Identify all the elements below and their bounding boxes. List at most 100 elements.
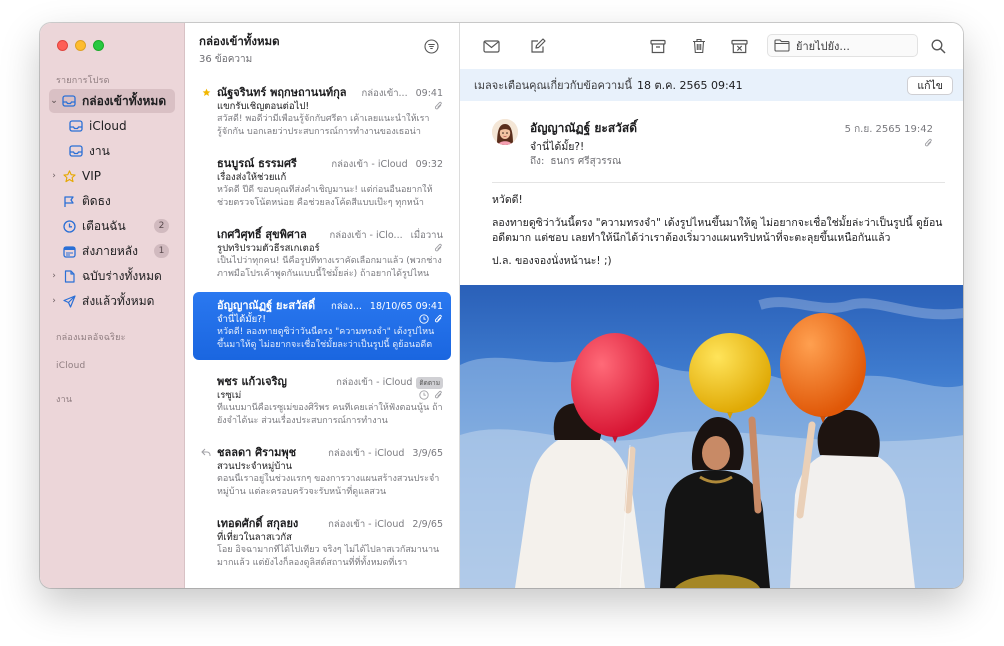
calendar-icon <box>59 245 79 258</box>
star-icon <box>59 169 79 183</box>
sidebar-item-label: เตือนฉัน <box>82 218 126 233</box>
sidebar-item-send-later[interactable]: ส่งภายหลัง 1 <box>49 239 175 263</box>
to-label: ถึง: <box>530 156 545 167</box>
paperclip-icon <box>434 314 443 324</box>
message-preview: หวัดดี ปีดี ขอบคุณที่ส่งคำเชิญมานะ! แต่ก… <box>217 185 433 208</box>
inbox-icon <box>66 120 86 132</box>
clock-icon <box>419 390 429 400</box>
icloud-section-label[interactable]: iCloud <box>56 361 85 371</box>
sidebar-item-label: ส่งภายหลัง <box>82 243 138 258</box>
sidebar-item-vip[interactable]: › VIP <box>49 164 175 188</box>
chevron-down-icon[interactable]: ⌄ <box>49 96 59 106</box>
paperclip-icon[interactable] <box>924 138 933 148</box>
message-preview: เป็นไปว่าทุกคน! นี่คือรูปที่ทางเราคัดเลื… <box>217 256 442 279</box>
attached-photo[interactable] <box>460 285 963 588</box>
chevron-right-icon[interactable]: › <box>49 296 59 306</box>
reminder-text: เมลจะเตือนคุณเกี่ยวกับข้อความนี้ <box>474 79 632 92</box>
sidebar-item-all-drafts[interactable]: › ฉบับร่างทั้งหมด <box>49 264 175 288</box>
recipient-line: ถึง: ธนกร ศรีสุวรรณ <box>530 154 621 169</box>
sidebar-item-work[interactable]: งาน <box>66 139 175 163</box>
sidebar-item-flagged[interactable]: ติดธง <box>49 189 175 213</box>
move-to-placeholder: ย้ายไปยัง... <box>796 39 850 53</box>
sender-name[interactable]: อัญญาณัฏฐ์ ยะสวัสดิ์ <box>530 119 637 138</box>
move-to-mailbox-field[interactable]: ย้ายไปยัง... <box>767 34 918 57</box>
message-date: 09:41 <box>415 88 443 99</box>
compose-icon[interactable] <box>528 36 548 56</box>
paperclip-icon <box>434 390 443 400</box>
sidebar-item-all-inboxes[interactable]: ⌄ กล่องเข้าทั้งหมด <box>49 89 175 113</box>
message-list: กล่องเข้าทั้งหมด 36 ข้อความ ณัฐจรินทร์ พ… <box>185 23 460 588</box>
message-subject: ที่เที่ยวในลาสเวกัส <box>217 531 292 543</box>
edit-reminder-button[interactable]: แก้ไข <box>907 76 953 95</box>
list-item[interactable]: เกศวิศุทธิ์ สุขพิศาล กล่องเข้า - iClo...… <box>193 221 451 289</box>
sidebar-item-all-sent[interactable]: › ส่งแล้วทั้งหมด <box>49 289 175 313</box>
inbox-icon <box>59 95 79 107</box>
smart-mailboxes-section-label[interactable]: กล่องเมลอัจฉริยะ <box>56 330 126 344</box>
chevron-right-icon[interactable]: › <box>49 271 59 281</box>
paperplane-icon <box>59 294 79 308</box>
list-item[interactable]: พชร แก้วเจริญ กล่องเข้า - iCloud ติดตาม … <box>193 368 451 436</box>
clock-icon <box>59 219 79 233</box>
filter-icon[interactable] <box>423 38 439 54</box>
sidebar-item-label: งาน <box>89 143 110 158</box>
sidebar-item-icloud[interactable]: iCloud <box>66 114 175 138</box>
message-date: 2/9/65 <box>412 519 443 530</box>
message-subject: รูปทริปรวมตัวธีรสเกเตอร์ <box>217 242 320 254</box>
list-item[interactable]: เทอดศักดิ์ สกุลยง กล่องเข้า - iCloud 2/9… <box>193 510 451 578</box>
toolbar: ย้ายไปยัง... <box>460 23 963 68</box>
favorites-section-label: รายการโปรด <box>56 76 110 86</box>
archive-icon[interactable] <box>648 36 668 56</box>
message-date: 18/10/65 09:41 <box>369 301 443 312</box>
message-date: 3/9/65 <box>412 448 443 459</box>
work-section-label[interactable]: งาน <box>56 392 72 406</box>
message-date: 5 ก.ย. 2565 19:42 <box>844 124 933 135</box>
body-postscript: ป.ล. ของจองนั่งหน้านะ! ;) <box>492 255 612 267</box>
message-preview: ที่แนบมานี่คือเรซูเม่ของศิริพร คนที่เคยเ… <box>217 403 443 426</box>
minimize-window-button[interactable] <box>75 40 86 51</box>
message-subject: จำนี่ได้มั้ย?! <box>217 313 267 325</box>
list-item[interactable]: ชลลดา ศิรามพุช กล่องเข้า - iCloud 3/9/65… <box>193 439 451 507</box>
message-preview: โอย อิจฉามากที่ได้ไปเที่ยว จริงๆ ไม่ได้ไ… <box>217 545 440 568</box>
search-icon[interactable] <box>928 36 948 56</box>
close-window-button[interactable] <box>57 40 68 51</box>
unread-count-badge: 1 <box>154 244 169 258</box>
list-header: กล่องเข้าทั้งหมด 36 ข้อความ <box>199 33 280 67</box>
mail-window: รายการโปรด ⌄ กล่องเข้าทั้งหมด iCloud งาน… <box>40 23 963 588</box>
list-item-selected[interactable]: อัญญาณัฏฐ์ ยะสวัสดิ์ กล่อง... 18/10/65 0… <box>193 292 451 360</box>
message-count: 36 ข้อความ <box>199 54 253 65</box>
reading-pane: ย้ายไปยัง... เมลจะเตือนคุณเกี่ยวกับข้อคว… <box>460 23 963 588</box>
message-subject: แขกรับเชิญตอนต่อไป! <box>217 100 310 112</box>
zoom-window-button[interactable] <box>93 40 104 51</box>
message-preview: หวัดดี! ลองทายดูซิว่าวันนี้ตรง "ความทรงจ… <box>217 327 435 350</box>
reminder-banner: เมลจะเตือนคุณเกี่ยวกับข้อความนี้ 18 ต.ค.… <box>460 69 963 101</box>
message-header: อัญญาณัฏฐ์ ยะสวัสดิ์ จำนี่ได้มั้ย?! ถึง:… <box>460 101 963 183</box>
junk-icon[interactable] <box>729 36 749 56</box>
chevron-right-icon[interactable]: › <box>49 171 59 181</box>
sidebar-item-label: ติดธง <box>82 193 111 208</box>
body-paragraph: ลองทายดูซิว่าวันนี้ตรง "ความทรงจำ" เด้งร… <box>492 217 943 244</box>
sidebar-item-label: ส่งแล้วทั้งหมด <box>82 293 155 308</box>
clock-icon <box>419 314 429 324</box>
unread-count-badge: 2 <box>154 219 169 233</box>
body-greeting: หวัดดี! <box>492 194 523 206</box>
message-subject: สวนประจำหมู่บ้าน <box>217 460 293 472</box>
sidebar: รายการโปรด ⌄ กล่องเข้าทั้งหมด iCloud งาน… <box>40 23 185 588</box>
window-controls <box>57 40 104 51</box>
flag-icon <box>59 195 79 208</box>
recipient-name[interactable]: ธนกร ศรีสุวรรณ <box>550 156 621 167</box>
vip-star-icon <box>200 86 212 98</box>
sidebar-item-label: ฉบับร่างทั้งหมด <box>82 268 162 283</box>
list-title: กล่องเข้าทั้งหมด <box>199 34 280 48</box>
inbox-icon <box>66 145 86 157</box>
sidebar-item-remind-me[interactable]: เตือนฉัน 2 <box>49 214 175 238</box>
paperclip-icon <box>434 243 443 253</box>
folder-icon <box>774 39 790 52</box>
list-item[interactable]: ธนบูรณ์ ธรรมศรี กล่องเข้า - iCloud 09:32… <box>193 150 451 218</box>
message-preview: ตอนนี้เราอยู่ในช่วงแรกๆ ของการวางแผนสร้า… <box>217 474 440 497</box>
get-mail-icon[interactable] <box>481 36 501 56</box>
reminder-date: 18 ต.ค. 2565 09:41 <box>637 79 743 92</box>
avatar[interactable] <box>492 119 518 145</box>
list-item[interactable]: ณัฐจรินทร์ พฤกษถานนท์กุล กล่องเข้า... 09… <box>193 79 451 147</box>
reply-arrow-icon <box>200 446 212 458</box>
trash-icon[interactable] <box>689 36 709 56</box>
